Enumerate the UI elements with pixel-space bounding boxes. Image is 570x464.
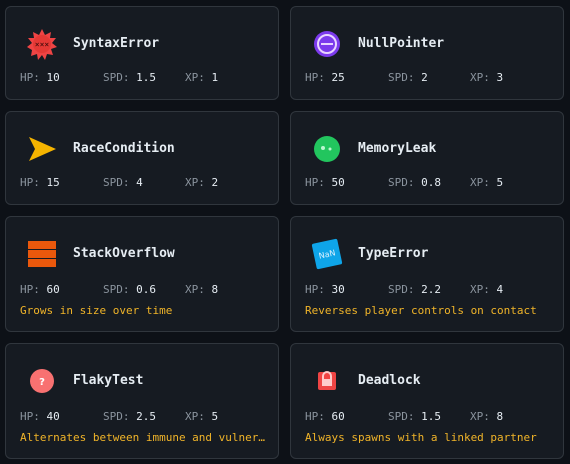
hp-label: HP: bbox=[305, 283, 325, 296]
deadlock-icon bbox=[309, 363, 345, 399]
spd-label: SPD: bbox=[103, 410, 130, 423]
spd-label: SPD: bbox=[103, 283, 130, 296]
xp-value: 5 bbox=[496, 176, 504, 189]
xp-value: 3 bbox=[496, 71, 504, 84]
enemy-description: Reverses player controls on contact bbox=[305, 304, 537, 317]
enemy-name: StackOverflow bbox=[73, 246, 175, 261]
spd-value: 2.2 bbox=[421, 283, 441, 296]
hp-label: HP: bbox=[20, 410, 40, 423]
xp-label: XP: bbox=[185, 410, 205, 423]
race-condition-icon bbox=[24, 131, 60, 167]
hp-label: HP: bbox=[20, 176, 40, 189]
spd-value: 1.5 bbox=[136, 71, 156, 84]
spd-label: SPD: bbox=[388, 283, 415, 296]
xp-label: XP: bbox=[185, 283, 205, 296]
spd-label: SPD: bbox=[388, 410, 415, 423]
enemy-stats: HP: 60 SPD: 1.5 XP: 8 bbox=[305, 410, 570, 426]
spd-label: SPD: bbox=[103, 176, 130, 189]
xp-label: XP: bbox=[185, 176, 205, 189]
enemy-description: Alternates between immune and vulner… bbox=[20, 431, 266, 444]
xp-value: 8 bbox=[211, 283, 219, 296]
enemy-name: FlakyTest bbox=[73, 373, 144, 388]
enemy-description: Always spawns with a linked partner bbox=[305, 431, 537, 444]
enemy-stats: HP: 30 SPD: 2.2 XP: 4 bbox=[305, 283, 570, 299]
enemy-card[interactable]: RaceCondition HP: 15 SPD: 4 XP: 2 bbox=[5, 111, 279, 205]
hp-label: HP: bbox=[305, 176, 325, 189]
spd-value: 0.6 bbox=[136, 283, 156, 296]
enemy-stats: HP: 50 SPD: 0.8 XP: 5 bbox=[305, 176, 570, 192]
hp-value: 60 bbox=[46, 283, 60, 296]
enemy-card[interactable]: MemoryLeak HP: 50 SPD: 0.8 XP: 5 bbox=[290, 111, 564, 205]
stack-overflow-icon bbox=[24, 236, 60, 272]
xp-label: XP: bbox=[470, 176, 490, 189]
hp-label: HP: bbox=[20, 283, 40, 296]
question-mark: ? bbox=[39, 377, 45, 388]
hp-value: 50 bbox=[331, 176, 345, 189]
hp-value: 10 bbox=[46, 71, 60, 84]
xp-value: 2 bbox=[211, 176, 219, 189]
enemy-stats: HP: 40 SPD: 2.5 XP: 5 bbox=[20, 410, 292, 426]
enemy-name: RaceCondition bbox=[73, 141, 175, 156]
enemy-description: Grows in size over time bbox=[20, 304, 173, 317]
enemy-card[interactable]: NullPointer HP: 25 SPD: 2 XP: 3 bbox=[290, 6, 564, 100]
memory-leak-icon bbox=[309, 131, 345, 167]
enemy-stats: HP: 15 SPD: 4 XP: 2 bbox=[20, 176, 292, 192]
hp-value: 60 bbox=[331, 410, 345, 423]
enemy-card[interactable]: NaN TypeError HP: 30 SPD: 2.2 XP: 4 Reve… bbox=[290, 216, 564, 332]
null-pointer-icon bbox=[309, 26, 345, 62]
spd-value: 2 bbox=[421, 71, 428, 84]
hp-value: 40 bbox=[46, 410, 60, 423]
xp-label: XP: bbox=[470, 71, 490, 84]
hp-value: 15 bbox=[46, 176, 60, 189]
hp-label: HP: bbox=[305, 410, 325, 423]
enemy-card[interactable]: Deadlock HP: 60 SPD: 1.5 XP: 8 Always sp… bbox=[290, 343, 564, 459]
xp-label: XP: bbox=[470, 283, 490, 296]
hp-value: 30 bbox=[331, 283, 345, 296]
enemy-name: MemoryLeak bbox=[358, 141, 437, 156]
xp-value: 5 bbox=[211, 410, 219, 423]
enemy-card[interactable]: ? FlakyTest HP: 40 SPD: 2.5 XP: 5 Altern… bbox=[5, 343, 279, 459]
flaky-test-icon: ? bbox=[24, 363, 60, 399]
xp-value: 8 bbox=[496, 410, 504, 423]
spd-value: 0.8 bbox=[421, 176, 441, 189]
enemy-name: Deadlock bbox=[358, 373, 421, 388]
enemy-name: NullPointer bbox=[358, 36, 445, 51]
type-error-icon: NaN bbox=[309, 236, 345, 272]
xp-value: 1 bbox=[211, 71, 219, 84]
spd-value: 1.5 bbox=[421, 410, 441, 423]
hp-value: 25 bbox=[331, 71, 345, 84]
xp-label: XP: bbox=[470, 410, 490, 423]
enemy-card[interactable]: ××× SyntaxError HP: 10 SPD: 1.5 XP: 1 bbox=[5, 6, 279, 100]
syntax-error-icon: ××× bbox=[24, 26, 60, 62]
spd-label: SPD: bbox=[388, 71, 415, 84]
spd-label: SPD: bbox=[103, 71, 130, 84]
xp-label: XP: bbox=[185, 71, 205, 84]
enemy-stats: HP: 60 SPD: 0.6 XP: 8 bbox=[20, 283, 292, 299]
enemy-stats: HP: 10 SPD: 1.5 XP: 1 bbox=[20, 71, 292, 87]
enemy-card[interactable]: StackOverflow HP: 60 SPD: 0.6 XP: 8 Grow… bbox=[5, 216, 279, 332]
xp-value: 4 bbox=[496, 283, 504, 296]
spd-label: SPD: bbox=[388, 176, 415, 189]
enemy-name: TypeError bbox=[358, 246, 429, 261]
spd-value: 4 bbox=[136, 176, 143, 189]
svg-text:×××: ××× bbox=[35, 40, 50, 49]
enemy-name: SyntaxError bbox=[73, 36, 160, 51]
spd-value: 2.5 bbox=[136, 410, 156, 423]
hp-label: HP: bbox=[20, 71, 40, 84]
enemy-stats: HP: 25 SPD: 2 XP: 3 bbox=[305, 71, 570, 87]
hp-label: HP: bbox=[305, 71, 325, 84]
